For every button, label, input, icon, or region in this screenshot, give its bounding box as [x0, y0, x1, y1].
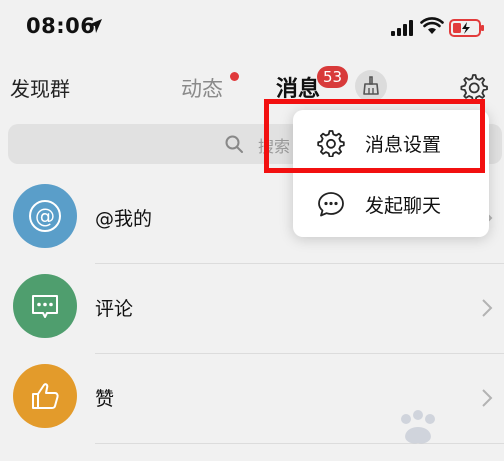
chevron-right-icon: [482, 299, 493, 317]
divider: [95, 353, 504, 354]
signal-icon: [391, 20, 413, 36]
unread-dot: [230, 72, 239, 81]
battery-charging-icon: [449, 19, 484, 37]
search-icon: [225, 135, 243, 153]
thumbs-up-icon: [32, 383, 59, 409]
broom-icon: [363, 76, 379, 95]
menu-item-start-chat[interactable]: 发起聊天: [293, 174, 489, 234]
annotation-highlight-box: [264, 99, 485, 173]
tab-dongtai[interactable]: 动态: [181, 73, 223, 103]
location-arrow-icon: [88, 19, 102, 33]
svg-text:@: @: [35, 204, 55, 228]
chat-bubble-icon: [318, 192, 344, 217]
divider: [95, 263, 504, 264]
comment-icon: [32, 295, 58, 318]
list-item-label: 赞: [95, 388, 115, 410]
tab-discover-groups[interactable]: 发现群: [10, 73, 70, 102]
status-time: 08:06: [26, 14, 96, 38]
list-item-comments[interactable]: 评论: [0, 266, 504, 354]
list-item-label: @我的: [95, 208, 153, 230]
like-avatar: [13, 364, 77, 428]
list-item-label: 评论: [95, 298, 134, 320]
status-bar: 08:06: [0, 0, 504, 56]
wifi-icon: [420, 17, 444, 34]
comment-avatar: [13, 274, 77, 338]
messages-count-badge: 53: [317, 66, 349, 88]
at-icon: @: [29, 200, 61, 232]
at-avatar: @: [13, 184, 77, 248]
settings-gear-icon[interactable]: [458, 72, 488, 102]
baidu-watermark-logo: [401, 410, 435, 444]
clear-unread-button[interactable]: [355, 70, 387, 102]
menu-item-label: 发起聊天: [365, 195, 442, 217]
